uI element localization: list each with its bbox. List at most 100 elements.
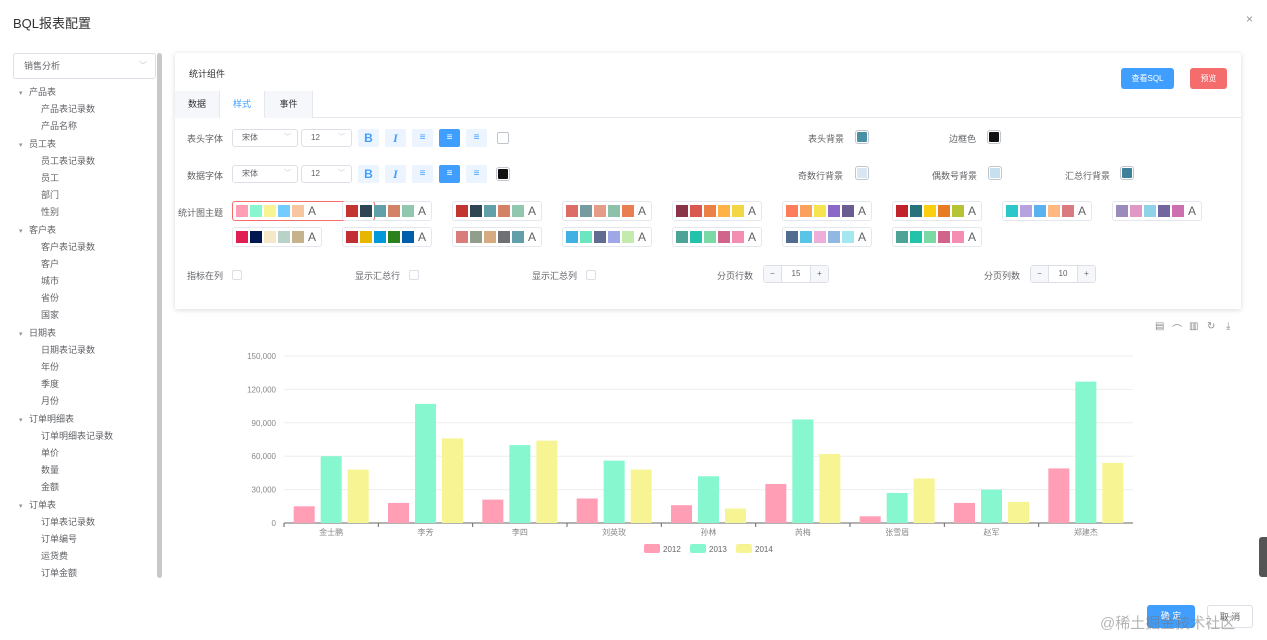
tree-leaf[interactable]: 订单金额 — [13, 565, 163, 582]
chart-theme-option[interactable]: A — [782, 201, 872, 221]
side-handle[interactable] — [1259, 537, 1267, 577]
border-color-swatch[interactable] — [987, 130, 1001, 144]
tree-leaf[interactable]: 订单编号 — [13, 531, 163, 548]
caret-down-icon[interactable]: ▾ — [19, 223, 29, 240]
bar-2014 — [913, 478, 935, 523]
tree-leaf[interactable]: 产品名称 — [13, 118, 163, 135]
restore-icon[interactable]: ↻ — [1207, 321, 1215, 332]
chart-theme-option[interactable]: A — [1002, 201, 1092, 221]
preview-button[interactable]: 预览 — [1190, 68, 1227, 89]
align-left-icon[interactable]: ≡ — [412, 129, 433, 147]
data-font-color-swatch[interactable] — [496, 167, 510, 181]
align-right-icon[interactable]: ≡ — [466, 129, 487, 147]
tree-leaf[interactable]: 运货费 — [13, 548, 163, 565]
tree-leaf[interactable]: 订单明细表记录数 — [13, 428, 163, 445]
tree-leaf[interactable]: 年份 — [13, 359, 163, 376]
chart-theme-option[interactable]: A — [1112, 201, 1202, 221]
header-font-color-swatch[interactable] — [497, 132, 509, 144]
header-bg-swatch[interactable] — [855, 130, 869, 144]
tree-leaf[interactable]: 国家 — [13, 307, 163, 324]
increment-button[interactable]: + — [810, 266, 828, 282]
bar-2014 — [725, 508, 746, 523]
metric-in-col-label: 指标在列 — [187, 271, 224, 281]
caret-down-icon[interactable]: ▾ — [19, 85, 29, 102]
view-sql-button[interactable]: 查看SQL — [1121, 68, 1174, 89]
odd-row-bg-swatch[interactable] — [855, 166, 869, 180]
header-font-size-select[interactable]: 12 ﹀ — [301, 129, 352, 147]
italic-icon[interactable]: I — [385, 165, 406, 183]
tree-leaf[interactable]: 客户 — [13, 256, 163, 273]
bold-icon[interactable]: B — [358, 165, 379, 183]
caret-down-icon[interactable]: ▾ — [19, 498, 29, 515]
chart-theme-option[interactable]: A — [232, 227, 322, 247]
chart-theme-option[interactable]: A — [452, 227, 542, 247]
caret-down-icon[interactable]: ▾ — [19, 412, 29, 429]
tree-leaf[interactable]: 数量 — [13, 462, 163, 479]
align-center-icon[interactable]: ≡ — [439, 129, 460, 147]
chart-theme-option[interactable]: A — [342, 227, 432, 247]
chart-theme-option[interactable]: A — [342, 201, 432, 221]
tree-node[interactable]: ▾ 订单明细表 — [13, 411, 163, 428]
metric-in-col-checkbox[interactable] — [232, 270, 242, 280]
tab-style[interactable]: 样式 — [220, 91, 265, 118]
tree-leaf[interactable]: 员工表记录数 — [13, 153, 163, 170]
tree-leaf[interactable]: 日期表记录数 — [13, 342, 163, 359]
tree-leaf[interactable]: 性别 — [13, 204, 163, 221]
tree-node[interactable]: ▾ 员工表 — [13, 136, 163, 153]
decrement-button[interactable]: − — [1031, 266, 1049, 282]
chart-theme-option[interactable]: A — [892, 201, 982, 221]
caret-down-icon[interactable]: ▾ — [19, 137, 29, 154]
data-font-label: 数据字体 — [187, 171, 224, 181]
header-font-family-select[interactable]: 宋体 ﹀ — [232, 129, 298, 147]
tree-leaf[interactable]: 员工 — [13, 170, 163, 187]
show-summary-row-checkbox[interactable] — [409, 270, 419, 280]
tab-data[interactable]: 数据 — [175, 91, 220, 118]
tree-leaf[interactable]: 金额 — [13, 479, 163, 496]
chart-theme-option[interactable]: A — [892, 227, 982, 247]
summary-row-bg-swatch[interactable] — [1120, 166, 1134, 180]
chart-theme-option[interactable]: A — [562, 227, 652, 247]
chart-theme-option[interactable]: A — [672, 201, 762, 221]
model-select[interactable]: 销售分析 ﹀ — [13, 53, 156, 79]
bold-icon[interactable]: B — [358, 129, 379, 147]
increment-button[interactable]: + — [1077, 266, 1095, 282]
tree-leaf[interactable]: 部门 — [13, 187, 163, 204]
tree-node[interactable]: ▾ 产品表 — [13, 84, 163, 101]
tree-leaf[interactable]: 省份 — [13, 290, 163, 307]
sidebar-scrollbar[interactable] — [157, 53, 162, 578]
tree-node[interactable]: ▾ 客户表 — [13, 222, 163, 239]
tree-leaf[interactable]: 产品表记录数 — [13, 101, 163, 118]
even-row-bg-swatch[interactable] — [988, 166, 1002, 180]
data-font-size-select[interactable]: 12 ﹀ — [301, 165, 352, 183]
align-center-icon[interactable]: ≡ — [439, 165, 460, 183]
theme-color-chip — [264, 231, 276, 243]
close-icon[interactable]: × — [1246, 12, 1253, 26]
chart-theme-option[interactable]: A — [672, 227, 762, 247]
caret-down-icon[interactable]: ▾ — [19, 326, 29, 343]
align-left-icon[interactable]: ≡ — [412, 165, 433, 183]
italic-icon[interactable]: I — [385, 129, 406, 147]
data-font-family-select[interactable]: 宋体 ﹀ — [232, 165, 298, 183]
download-icon[interactable]: ⤓ — [1226, 321, 1230, 332]
tree-leaf[interactable]: 订单表记录数 — [13, 514, 163, 531]
tree-leaf[interactable]: 季度 — [13, 376, 163, 393]
page-rows-stepper[interactable]: − 15 + — [763, 265, 829, 283]
chart-theme-option[interactable]: A — [562, 201, 652, 221]
line-chart-icon[interactable]: ⌒ — [1172, 321, 1182, 336]
show-summary-col-checkbox[interactable] — [586, 270, 596, 280]
tree-leaf[interactable]: 城市 — [13, 273, 163, 290]
decrement-button[interactable]: − — [764, 266, 782, 282]
tree-node[interactable]: ▾ 日期表 — [13, 325, 163, 342]
align-right-icon[interactable]: ≡ — [466, 165, 487, 183]
bar-chart-icon[interactable]: ▥ — [1189, 321, 1198, 332]
header-font-family-value: 宋体 — [242, 133, 258, 142]
tree-leaf[interactable]: 单价 — [13, 445, 163, 462]
page-cols-stepper[interactable]: − 10 + — [1030, 265, 1096, 283]
tab-event[interactable]: 事件 — [265, 91, 313, 118]
chart-theme-option[interactable]: A — [452, 201, 542, 221]
tree-leaf[interactable]: 月份 — [13, 393, 163, 410]
data-view-icon[interactable]: ▤ — [1155, 321, 1164, 332]
tree-leaf[interactable]: 客户表记录数 — [13, 239, 163, 256]
chart-theme-option[interactable]: A — [782, 227, 872, 247]
tree-node[interactable]: ▾ 订单表 — [13, 497, 163, 514]
